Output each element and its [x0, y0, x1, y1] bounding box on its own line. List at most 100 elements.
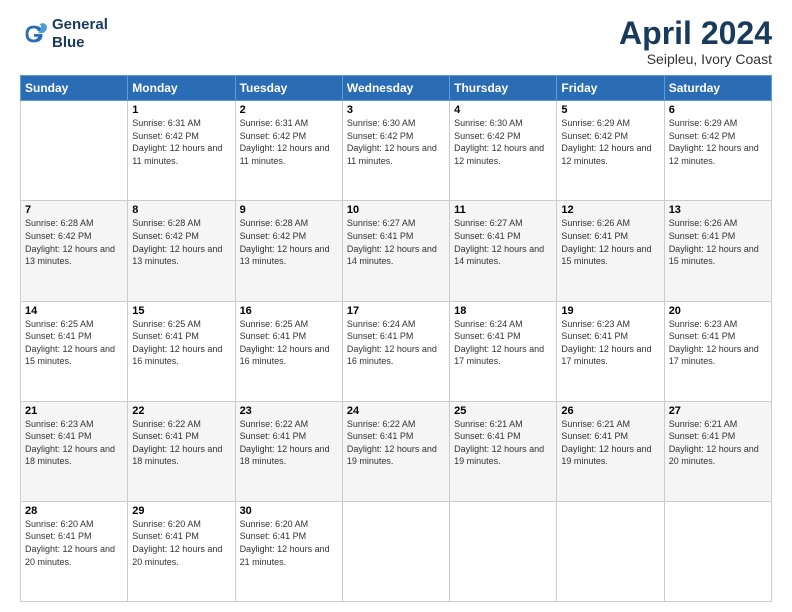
header-cell-tuesday: Tuesday	[235, 76, 342, 101]
day-info: Sunrise: 6:28 AMSunset: 6:42 PMDaylight:…	[132, 217, 230, 267]
day-number: 19	[561, 305, 659, 317]
page: General Blue April 2024 Seipleu, Ivory C…	[0, 0, 792, 612]
day-cell: 7Sunrise: 6:28 AMSunset: 6:42 PMDaylight…	[21, 201, 128, 301]
logo: General Blue	[20, 16, 108, 52]
day-info: Sunrise: 6:28 AMSunset: 6:42 PMDaylight:…	[25, 217, 123, 267]
day-number: 3	[347, 104, 445, 116]
day-number: 6	[669, 104, 767, 116]
day-cell	[664, 501, 771, 601]
day-number: 30	[240, 505, 338, 517]
logo-text: General Blue	[52, 16, 108, 52]
day-info: Sunrise: 6:25 AMSunset: 6:41 PMDaylight:…	[25, 318, 123, 368]
day-info: Sunrise: 6:20 AMSunset: 6:41 PMDaylight:…	[240, 518, 338, 568]
day-cell	[450, 501, 557, 601]
day-info: Sunrise: 6:29 AMSunset: 6:42 PMDaylight:…	[561, 117, 659, 167]
calendar-table: SundayMondayTuesdayWednesdayThursdayFrid…	[20, 75, 772, 602]
day-info: Sunrise: 6:20 AMSunset: 6:41 PMDaylight:…	[25, 518, 123, 568]
day-cell: 21Sunrise: 6:23 AMSunset: 6:41 PMDayligh…	[21, 401, 128, 501]
day-info: Sunrise: 6:22 AMSunset: 6:41 PMDaylight:…	[240, 418, 338, 468]
day-info: Sunrise: 6:25 AMSunset: 6:41 PMDaylight:…	[240, 318, 338, 368]
day-info: Sunrise: 6:26 AMSunset: 6:41 PMDaylight:…	[561, 217, 659, 267]
day-cell: 5Sunrise: 6:29 AMSunset: 6:42 PMDaylight…	[557, 101, 664, 201]
day-info: Sunrise: 6:23 AMSunset: 6:41 PMDaylight:…	[25, 418, 123, 468]
day-info: Sunrise: 6:20 AMSunset: 6:41 PMDaylight:…	[132, 518, 230, 568]
day-number: 21	[25, 405, 123, 417]
day-info: Sunrise: 6:28 AMSunset: 6:42 PMDaylight:…	[240, 217, 338, 267]
day-info: Sunrise: 6:26 AMSunset: 6:41 PMDaylight:…	[669, 217, 767, 267]
day-number: 28	[25, 505, 123, 517]
header-cell-friday: Friday	[557, 76, 664, 101]
day-number: 10	[347, 204, 445, 216]
day-cell: 8Sunrise: 6:28 AMSunset: 6:42 PMDaylight…	[128, 201, 235, 301]
day-cell: 28Sunrise: 6:20 AMSunset: 6:41 PMDayligh…	[21, 501, 128, 601]
header-cell-monday: Monday	[128, 76, 235, 101]
day-cell: 22Sunrise: 6:22 AMSunset: 6:41 PMDayligh…	[128, 401, 235, 501]
day-info: Sunrise: 6:31 AMSunset: 6:42 PMDaylight:…	[132, 117, 230, 167]
day-cell: 16Sunrise: 6:25 AMSunset: 6:41 PMDayligh…	[235, 301, 342, 401]
day-number: 12	[561, 204, 659, 216]
day-number: 8	[132, 204, 230, 216]
day-info: Sunrise: 6:21 AMSunset: 6:41 PMDaylight:…	[561, 418, 659, 468]
day-info: Sunrise: 6:21 AMSunset: 6:41 PMDaylight:…	[454, 418, 552, 468]
week-row-3: 14Sunrise: 6:25 AMSunset: 6:41 PMDayligh…	[21, 301, 772, 401]
day-number: 11	[454, 204, 552, 216]
day-cell: 26Sunrise: 6:21 AMSunset: 6:41 PMDayligh…	[557, 401, 664, 501]
day-cell: 14Sunrise: 6:25 AMSunset: 6:41 PMDayligh…	[21, 301, 128, 401]
day-cell: 15Sunrise: 6:25 AMSunset: 6:41 PMDayligh…	[128, 301, 235, 401]
title-block: April 2024 Seipleu, Ivory Coast	[619, 16, 772, 67]
day-info: Sunrise: 6:23 AMSunset: 6:41 PMDaylight:…	[561, 318, 659, 368]
day-cell: 20Sunrise: 6:23 AMSunset: 6:41 PMDayligh…	[664, 301, 771, 401]
day-info: Sunrise: 6:24 AMSunset: 6:41 PMDaylight:…	[347, 318, 445, 368]
header-cell-thursday: Thursday	[450, 76, 557, 101]
day-cell: 29Sunrise: 6:20 AMSunset: 6:41 PMDayligh…	[128, 501, 235, 601]
header-cell-wednesday: Wednesday	[342, 76, 449, 101]
day-number: 22	[132, 405, 230, 417]
day-cell: 1Sunrise: 6:31 AMSunset: 6:42 PMDaylight…	[128, 101, 235, 201]
day-cell: 25Sunrise: 6:21 AMSunset: 6:41 PMDayligh…	[450, 401, 557, 501]
location: Seipleu, Ivory Coast	[619, 51, 772, 67]
day-cell: 4Sunrise: 6:30 AMSunset: 6:42 PMDaylight…	[450, 101, 557, 201]
day-cell: 11Sunrise: 6:27 AMSunset: 6:41 PMDayligh…	[450, 201, 557, 301]
day-number: 23	[240, 405, 338, 417]
day-info: Sunrise: 6:27 AMSunset: 6:41 PMDaylight:…	[347, 217, 445, 267]
day-cell: 19Sunrise: 6:23 AMSunset: 6:41 PMDayligh…	[557, 301, 664, 401]
day-cell: 18Sunrise: 6:24 AMSunset: 6:41 PMDayligh…	[450, 301, 557, 401]
day-cell: 23Sunrise: 6:22 AMSunset: 6:41 PMDayligh…	[235, 401, 342, 501]
day-number: 16	[240, 305, 338, 317]
day-number: 5	[561, 104, 659, 116]
week-row-2: 7Sunrise: 6:28 AMSunset: 6:42 PMDaylight…	[21, 201, 772, 301]
logo-line2: Blue	[52, 34, 108, 52]
header-row: SundayMondayTuesdayWednesdayThursdayFrid…	[21, 76, 772, 101]
day-cell: 13Sunrise: 6:26 AMSunset: 6:41 PMDayligh…	[664, 201, 771, 301]
day-info: Sunrise: 6:27 AMSunset: 6:41 PMDaylight:…	[454, 217, 552, 267]
header: General Blue April 2024 Seipleu, Ivory C…	[20, 16, 772, 67]
day-number: 15	[132, 305, 230, 317]
day-info: Sunrise: 6:31 AMSunset: 6:42 PMDaylight:…	[240, 117, 338, 167]
day-number: 1	[132, 104, 230, 116]
day-cell: 24Sunrise: 6:22 AMSunset: 6:41 PMDayligh…	[342, 401, 449, 501]
week-row-1: 1Sunrise: 6:31 AMSunset: 6:42 PMDaylight…	[21, 101, 772, 201]
week-row-5: 28Sunrise: 6:20 AMSunset: 6:41 PMDayligh…	[21, 501, 772, 601]
day-number: 29	[132, 505, 230, 517]
day-number: 17	[347, 305, 445, 317]
day-number: 9	[240, 204, 338, 216]
day-info: Sunrise: 6:24 AMSunset: 6:41 PMDaylight:…	[454, 318, 552, 368]
day-number: 2	[240, 104, 338, 116]
day-info: Sunrise: 6:29 AMSunset: 6:42 PMDaylight:…	[669, 117, 767, 167]
day-cell: 30Sunrise: 6:20 AMSunset: 6:41 PMDayligh…	[235, 501, 342, 601]
day-info: Sunrise: 6:21 AMSunset: 6:41 PMDaylight:…	[669, 418, 767, 468]
week-row-4: 21Sunrise: 6:23 AMSunset: 6:41 PMDayligh…	[21, 401, 772, 501]
day-cell: 9Sunrise: 6:28 AMSunset: 6:42 PMDaylight…	[235, 201, 342, 301]
header-cell-saturday: Saturday	[664, 76, 771, 101]
day-number: 14	[25, 305, 123, 317]
header-cell-sunday: Sunday	[21, 76, 128, 101]
day-cell: 17Sunrise: 6:24 AMSunset: 6:41 PMDayligh…	[342, 301, 449, 401]
day-number: 20	[669, 305, 767, 317]
day-info: Sunrise: 6:30 AMSunset: 6:42 PMDaylight:…	[347, 117, 445, 167]
calendar-header: SundayMondayTuesdayWednesdayThursdayFrid…	[21, 76, 772, 101]
day-cell: 12Sunrise: 6:26 AMSunset: 6:41 PMDayligh…	[557, 201, 664, 301]
day-cell	[342, 501, 449, 601]
day-info: Sunrise: 6:22 AMSunset: 6:41 PMDaylight:…	[347, 418, 445, 468]
day-number: 4	[454, 104, 552, 116]
day-number: 27	[669, 405, 767, 417]
